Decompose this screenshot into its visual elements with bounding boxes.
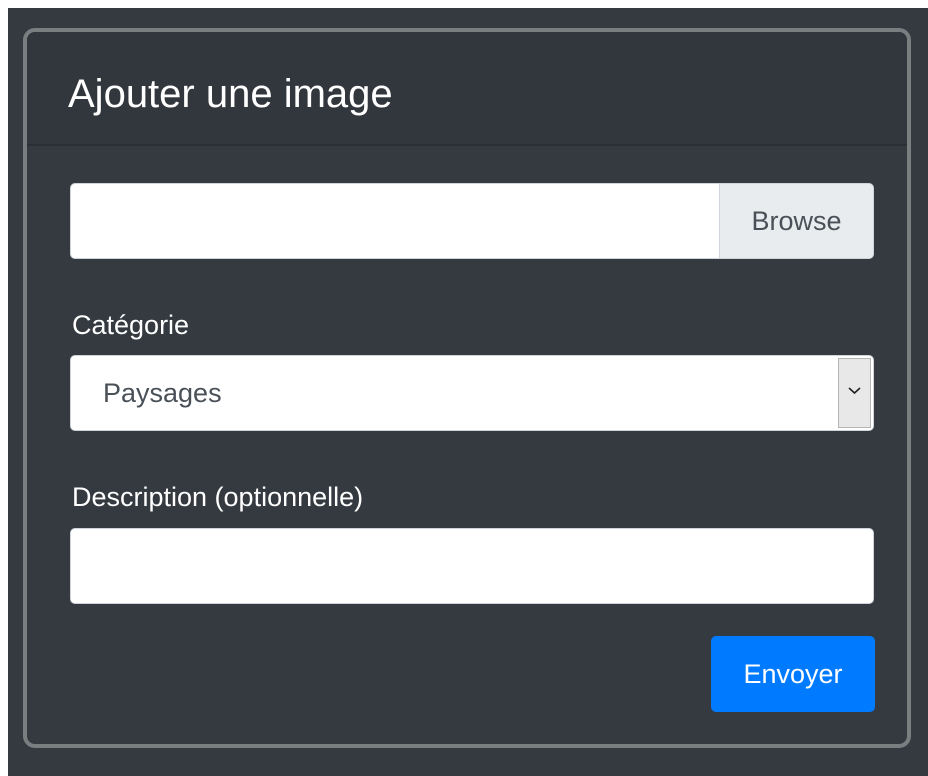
submit-button[interactable]: Envoyer [711, 636, 875, 712]
category-select[interactable]: Paysages [70, 355, 874, 431]
category-dropdown-button[interactable] [838, 358, 871, 428]
upload-image-card: Ajouter une image Browse Catégorie Paysa… [23, 28, 911, 748]
description-label: Description (optionnelle) [72, 482, 364, 512]
chevron-down-icon [848, 387, 861, 395]
category-selected-value: Paysages [103, 378, 222, 408]
category-label: Catégorie [72, 310, 190, 340]
page: Ajouter une image Browse Catégorie Paysa… [0, 0, 928, 776]
card-title: Ajouter une image [68, 72, 393, 116]
image-file-input[interactable]: Browse [70, 183, 874, 259]
card-header: Ajouter une image [27, 32, 907, 146]
browse-button[interactable]: Browse [719, 184, 873, 258]
description-input[interactable] [70, 528, 874, 604]
